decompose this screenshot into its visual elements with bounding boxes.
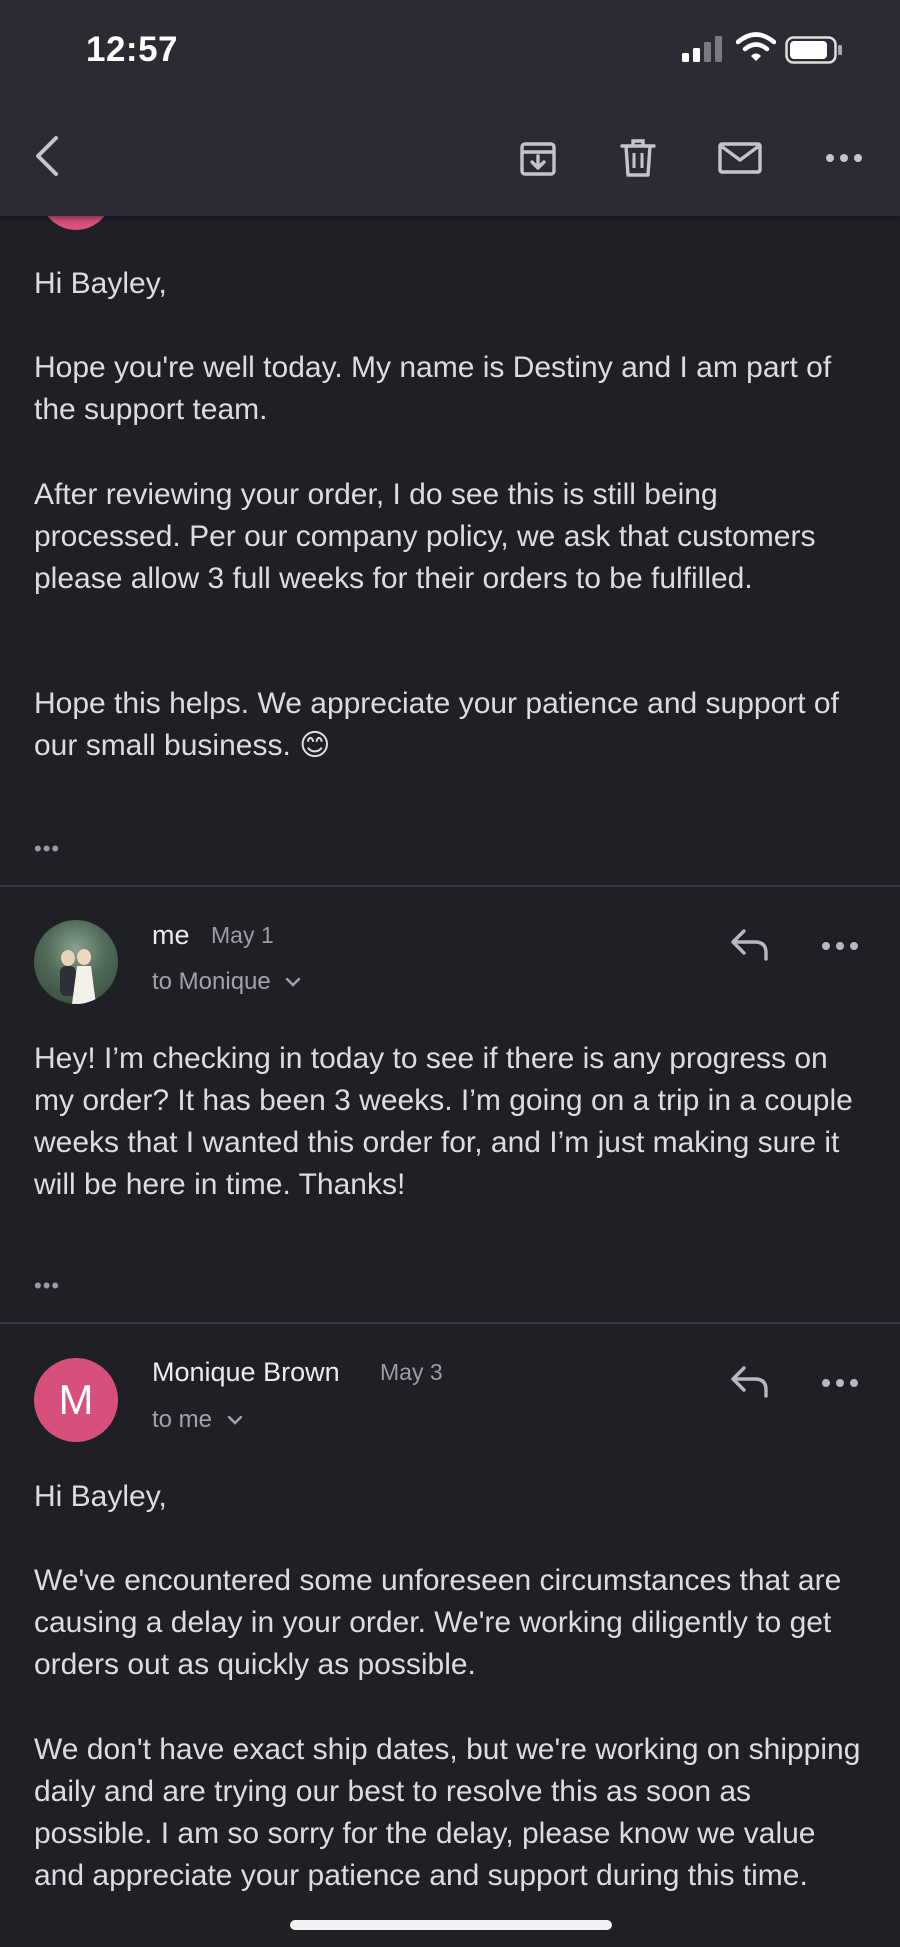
message-paragraph: Hope you're well today. My name is Desti… xyxy=(34,351,832,426)
message-paragraph: After reviewing your order, I do see thi… xyxy=(34,478,816,595)
show-trimmed-content-button[interactable]: ••• xyxy=(34,1273,60,1299)
reply-icon[interactable] xyxy=(728,925,772,965)
more-options-icon[interactable] xyxy=(820,939,860,953)
mark-unread-button[interactable] xyxy=(716,134,764,182)
home-indicator xyxy=(290,1920,612,1930)
recipient-details-toggle[interactable]: to me xyxy=(152,1406,245,1434)
more-menu-button[interactable] xyxy=(820,134,868,182)
sender-name: Monique Brown xyxy=(152,1357,340,1387)
message-date: May 1 xyxy=(211,922,274,948)
more-options-icon[interactable] xyxy=(820,1376,860,1390)
message-paragraph: Hope this helps. We appreciate your pati… xyxy=(34,687,839,762)
recipient-label: to Monique xyxy=(152,968,271,995)
message-paragraph: We've encountered some unforeseen circum… xyxy=(34,1564,842,1681)
chevron-down-icon xyxy=(227,1415,242,1425)
recipient-label: to me xyxy=(152,1406,213,1433)
message-divider xyxy=(0,1322,900,1324)
top-app-bar: 12:57 xyxy=(0,0,900,216)
message-body: Hey! I’m checking in today to see if the… xyxy=(34,1042,853,1201)
cellular-signal-icon xyxy=(682,36,722,62)
message-divider xyxy=(0,885,900,887)
chevron-down-icon xyxy=(286,977,301,987)
avatar[interactable]: M xyxy=(34,1358,118,1442)
message-greeting: Hi Bayley, xyxy=(34,267,167,300)
archive-button[interactable] xyxy=(514,134,562,182)
reply-icon[interactable] xyxy=(728,1362,772,1402)
message-greeting: Hi Bayley, xyxy=(34,1480,167,1513)
message-date: May 3 xyxy=(380,1359,443,1385)
message-paragraph: We don't have exact ship dates, but we'r… xyxy=(34,1733,861,1892)
battery-icon xyxy=(785,36,842,64)
sender-name: me xyxy=(152,920,190,950)
recipient-details-toggle[interactable]: to Monique xyxy=(152,968,303,996)
avatar[interactable] xyxy=(34,920,118,1004)
show-trimmed-content-button[interactable]: ••• xyxy=(34,836,60,862)
back-button[interactable] xyxy=(28,132,68,180)
status-time: 12:57 xyxy=(86,30,179,69)
wifi-icon xyxy=(736,32,776,61)
delete-button[interactable] xyxy=(614,134,662,182)
